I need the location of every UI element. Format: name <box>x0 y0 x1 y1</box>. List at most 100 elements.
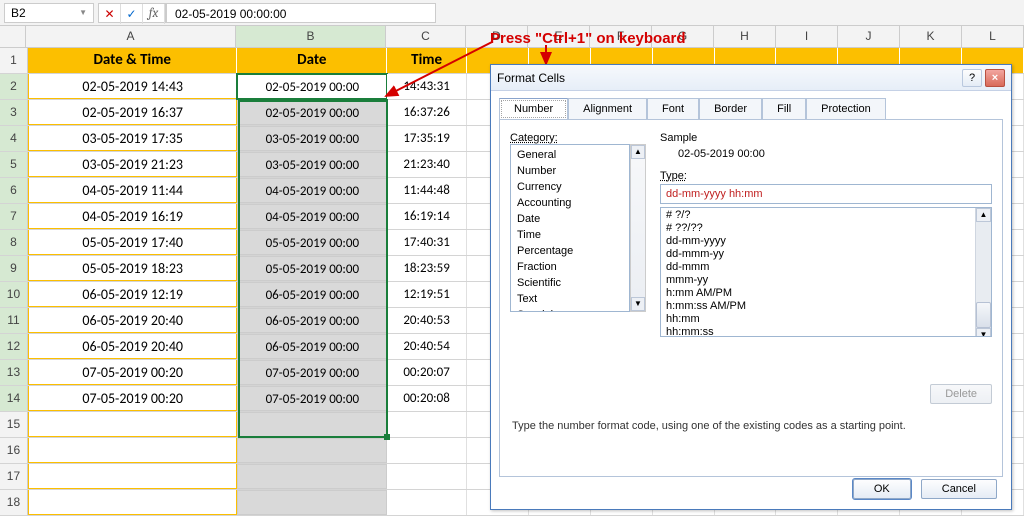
row-header[interactable]: 7 <box>0 204 28 229</box>
cancel-formula-icon[interactable]: ✕ <box>99 4 121 24</box>
format-item[interactable]: h:mm:ss AM/PM <box>661 300 991 313</box>
data-cell[interactable]: 03-05-2019 21:23 <box>28 152 238 177</box>
data-cell[interactable]: 02-05-2019 00:00 <box>237 100 387 125</box>
column-header-A[interactable]: A <box>26 26 236 47</box>
data-cell[interactable]: 04-05-2019 00:00 <box>237 204 387 229</box>
format-item[interactable]: mmm-yy <box>661 274 991 287</box>
row-header[interactable]: 15 <box>0 412 28 437</box>
data-cell[interactable] <box>387 438 467 463</box>
category-item[interactable]: General <box>511 147 629 163</box>
row-header[interactable]: 2 <box>0 74 28 99</box>
row-header[interactable]: 5 <box>0 152 28 177</box>
accept-formula-icon[interactable]: ✓ <box>121 4 143 24</box>
data-cell[interactable]: 03-05-2019 00:00 <box>237 126 387 151</box>
scroll-down-icon[interactable]: ▼ <box>631 297 645 311</box>
scrollbar-thumb[interactable] <box>976 302 991 328</box>
data-cell[interactable]: 07-05-2019 00:00 <box>237 386 387 411</box>
column-header-C[interactable]: C <box>386 26 466 47</box>
data-cell[interactable] <box>28 412 238 437</box>
category-item[interactable]: Date <box>511 211 629 227</box>
row-header[interactable]: 18 <box>0 490 28 515</box>
format-item[interactable]: hh:mm <box>661 313 991 326</box>
row-header[interactable]: 1 <box>0 48 28 73</box>
data-cell[interactable]: 17:35:19 <box>387 126 467 151</box>
data-cell[interactable] <box>28 490 238 515</box>
data-cell[interactable]: 12:19:51 <box>387 282 467 307</box>
header-cell[interactable]: Date <box>237 48 387 73</box>
tab-border[interactable]: Border <box>699 98 762 120</box>
formula-input[interactable]: 02-05-2019 00:00:00 <box>166 3 436 23</box>
data-cell[interactable]: 11:44:48 <box>387 178 467 203</box>
data-cell[interactable]: 20:40:54 <box>387 334 467 359</box>
category-item[interactable]: Fraction <box>511 259 629 275</box>
data-cell[interactable]: 05-05-2019 17:40 <box>28 230 238 255</box>
category-list[interactable]: GeneralNumberCurrencyAccountingDateTimeP… <box>510 144 630 312</box>
data-cell[interactable]: 04-05-2019 11:44 <box>28 178 238 203</box>
row-header[interactable]: 6 <box>0 178 28 203</box>
data-cell[interactable]: 06-05-2019 00:00 <box>237 308 387 333</box>
row-header[interactable]: 8 <box>0 230 28 255</box>
data-cell[interactable] <box>237 464 387 489</box>
data-cell[interactable]: 02-05-2019 16:37 <box>28 100 238 125</box>
delete-button[interactable]: Delete <box>930 384 992 404</box>
column-header-H[interactable]: H <box>714 26 776 47</box>
scroll-down-icon[interactable]: ▼ <box>976 328 991 337</box>
format-item[interactable]: dd-mmm-yy <box>661 248 991 261</box>
row-header[interactable]: 9 <box>0 256 28 281</box>
category-item[interactable]: Special <box>511 307 629 312</box>
data-cell[interactable]: 05-05-2019 00:00 <box>237 256 387 281</box>
tab-fill[interactable]: Fill <box>762 98 806 120</box>
data-cell[interactable] <box>237 490 387 515</box>
dialog-titlebar[interactable]: Format Cells ? × <box>491 65 1011 91</box>
data-cell[interactable]: 18:23:59 <box>387 256 467 281</box>
data-cell[interactable]: 02-05-2019 00:00 <box>237 74 387 99</box>
name-box[interactable]: B2 ▼ <box>4 3 94 23</box>
row-header[interactable]: 11 <box>0 308 28 333</box>
data-cell[interactable]: 06-05-2019 00:00 <box>237 282 387 307</box>
data-cell[interactable]: 03-05-2019 17:35 <box>28 126 238 151</box>
data-cell[interactable]: 16:37:26 <box>387 100 467 125</box>
row-header[interactable]: 14 <box>0 386 28 411</box>
data-cell[interactable]: 06-05-2019 00:00 <box>237 334 387 359</box>
category-item[interactable]: Text <box>511 291 629 307</box>
data-cell[interactable]: 03-05-2019 00:00 <box>237 152 387 177</box>
data-cell[interactable]: 05-05-2019 00:00 <box>237 230 387 255</box>
type-input[interactable] <box>660 184 992 204</box>
category-item[interactable]: Accounting <box>511 195 629 211</box>
fill-handle[interactable] <box>384 434 390 440</box>
data-cell[interactable]: 17:40:31 <box>387 230 467 255</box>
format-scrollbar[interactable]: ▲ ▼ <box>975 208 991 336</box>
fx-icon[interactable]: fx <box>143 4 165 24</box>
select-all-corner[interactable] <box>0 26 26 47</box>
data-cell[interactable]: 07-05-2019 00:20 <box>28 386 238 411</box>
data-cell[interactable]: 05-05-2019 18:23 <box>28 256 238 281</box>
category-item[interactable]: Currency <box>511 179 629 195</box>
header-cell[interactable]: Time <box>387 48 467 73</box>
data-cell[interactable]: 02-05-2019 14:43 <box>28 74 238 99</box>
data-cell[interactable] <box>237 412 387 437</box>
data-cell[interactable] <box>387 412 467 437</box>
format-list[interactable]: # ?/?# ??/??dd-mm-yyyydd-mmm-yydd-mmmmmm… <box>660 207 992 337</box>
row-header[interactable]: 16 <box>0 438 28 463</box>
format-item[interactable]: # ??/?? <box>661 222 991 235</box>
category-item[interactable]: Number <box>511 163 629 179</box>
data-cell[interactable] <box>387 464 467 489</box>
row-header[interactable]: 17 <box>0 464 28 489</box>
format-item[interactable]: h:mm AM/PM <box>661 287 991 300</box>
tab-font[interactable]: Font <box>647 98 699 120</box>
column-header-L[interactable]: L <box>962 26 1024 47</box>
scroll-up-icon[interactable]: ▲ <box>976 208 991 222</box>
header-cell[interactable]: Date & Time <box>28 48 238 73</box>
tab-number[interactable]: Number <box>499 98 568 120</box>
format-item[interactable]: dd-mmm <box>661 261 991 274</box>
data-cell[interactable]: 00:20:07 <box>387 360 467 385</box>
data-cell[interactable]: 16:19:14 <box>387 204 467 229</box>
data-cell[interactable]: 20:40:53 <box>387 308 467 333</box>
tab-alignment[interactable]: Alignment <box>568 98 647 120</box>
category-item[interactable]: Percentage <box>511 243 629 259</box>
ok-button[interactable]: OK <box>853 479 911 499</box>
category-item[interactable]: Scientific <box>511 275 629 291</box>
data-cell[interactable]: 06-05-2019 20:40 <box>28 334 238 359</box>
category-item[interactable]: Time <box>511 227 629 243</box>
cancel-button[interactable]: Cancel <box>921 479 997 499</box>
